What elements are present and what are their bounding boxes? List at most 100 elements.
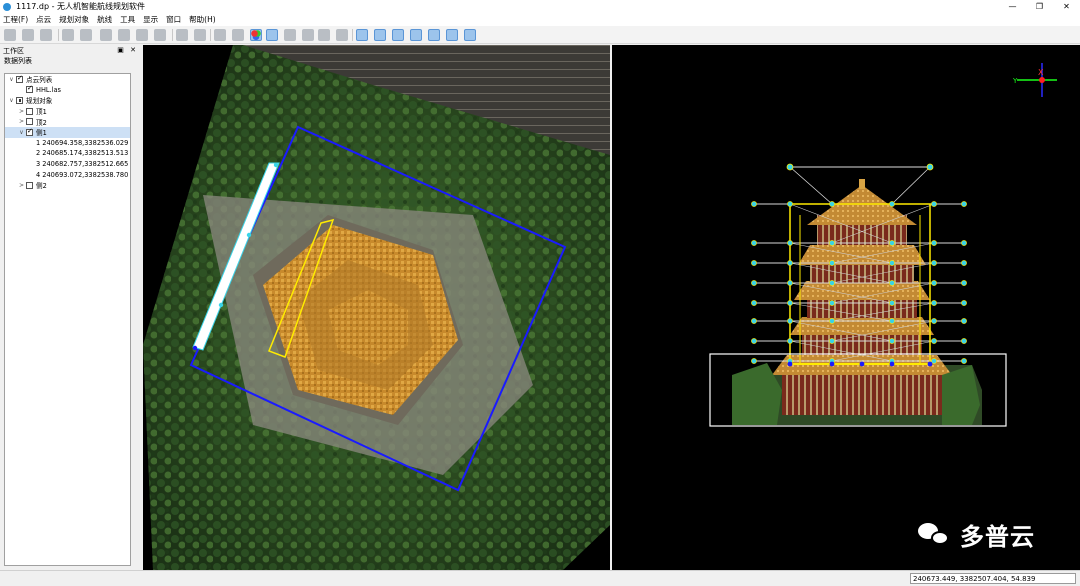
- tree-item[interactable]: > 顶1: [5, 106, 130, 117]
- menu-icon[interactable]: [302, 29, 314, 41]
- tree-item[interactable]: ∨ 侧1: [5, 127, 130, 138]
- waypoint-marker: [787, 280, 793, 286]
- tree-item[interactable]: 3 240682.757,3382512.665: [5, 159, 130, 170]
- waypoint-marker: [889, 300, 895, 306]
- tree-item[interactable]: 2 240685.174,3382513.513: [5, 148, 130, 159]
- waypoint-marker: [787, 338, 793, 344]
- menu-display[interactable]: 显示: [143, 14, 158, 25]
- toolbar-separator: [172, 29, 173, 41]
- tree-checkbox[interactable]: [26, 127, 33, 136]
- tree-item[interactable]: ∨ 点云列表: [5, 74, 130, 85]
- crop-icon[interactable]: [62, 29, 74, 41]
- layer-icon[interactable]: [100, 29, 112, 41]
- measure-icon[interactable]: [356, 29, 368, 41]
- tree-item[interactable]: 4 240693.072,3382538.780: [5, 169, 130, 180]
- waypoint-marker: [889, 338, 895, 344]
- axis-indicator: X Y: [1012, 63, 1057, 97]
- waypoint-marker: [787, 260, 793, 266]
- tree-expander-icon[interactable]: ∨: [7, 97, 16, 104]
- tree-item[interactable]: 1 240694.358,3382536.029: [5, 138, 130, 149]
- waypoint-marker: [931, 318, 937, 324]
- tree-checkbox[interactable]: [26, 84, 33, 94]
- tree-item-label: 1 240694.358,3382536.029: [36, 138, 129, 147]
- tree-checkbox[interactable]: [26, 107, 33, 115]
- line-icon[interactable]: [374, 29, 386, 41]
- settings-icon[interactable]: [250, 29, 262, 41]
- side-view-viewport[interactable]: X Y: [612, 45, 1080, 570]
- layer2-icon[interactable]: [118, 29, 130, 41]
- text-icon[interactable]: [284, 29, 296, 41]
- undo-icon[interactable]: [22, 29, 34, 41]
- tree-checkbox[interactable]: [26, 118, 33, 126]
- rgb-icon[interactable]: [266, 29, 278, 41]
- waypoint-marker: [787, 300, 793, 306]
- tree-expander-icon[interactable]: ∨: [7, 76, 16, 83]
- waypoint-marker: [889, 240, 895, 246]
- menu-window[interactable]: 窗口: [166, 14, 181, 25]
- page-icon[interactable]: [318, 29, 330, 41]
- close-button[interactable]: ✕: [1053, 0, 1080, 13]
- ld2-icon[interactable]: [428, 29, 440, 41]
- watermark-text: 多普云: [960, 523, 1035, 551]
- menu-help[interactable]: 帮助(H): [189, 14, 216, 25]
- waypoint-marker: [931, 260, 937, 266]
- tree-expander-icon[interactable]: >: [17, 118, 26, 125]
- tree-checkbox[interactable]: [16, 96, 23, 104]
- waypoint-marker: [751, 318, 757, 324]
- tag-icon[interactable]: [410, 29, 422, 41]
- data-list-tab[interactable]: 数据列表: [0, 56, 142, 66]
- menu-project[interactable]: 工程(F): [3, 14, 28, 25]
- tree-item-label: 点云列表: [26, 76, 53, 85]
- waypoint-marker: [927, 361, 933, 367]
- tree-checkbox[interactable]: [16, 74, 23, 83]
- zoom-in-icon[interactable]: [214, 29, 226, 41]
- globe-icon[interactable]: [40, 29, 52, 41]
- tree-item-label: 4 240693.072,3382538.780: [36, 170, 129, 179]
- zoom-out-icon[interactable]: [232, 29, 244, 41]
- waypoint-marker: [786, 163, 794, 171]
- tree-item[interactable]: HHL.las: [5, 84, 130, 96]
- menu-tools[interactable]: 工具: [120, 14, 135, 25]
- top-view-viewport[interactable]: [143, 45, 610, 570]
- work-panel-controls[interactable]: ▣ ✕: [117, 46, 138, 54]
- tree-expander-icon[interactable]: >: [17, 108, 26, 115]
- tree-item-label: 规划对象: [26, 97, 53, 106]
- tree-item[interactable]: > 侧2: [5, 180, 130, 191]
- menu-route[interactable]: 航线: [97, 14, 112, 25]
- waypoint-marker: [829, 201, 835, 207]
- side-view-canvas: X Y: [709, 63, 1057, 427]
- layer3-icon[interactable]: [136, 29, 148, 41]
- app-icon: [3, 2, 11, 11]
- ruler-icon[interactable]: [176, 29, 188, 41]
- export-icon[interactable]: [154, 29, 166, 41]
- toolbar: [0, 26, 1080, 44]
- menu-bar: 工程(F) 点云 规划对象 航线 工具 显示 窗口 帮助(H): [0, 13, 1080, 26]
- tag2-icon[interactable]: [446, 29, 458, 41]
- list-icon[interactable]: [194, 29, 206, 41]
- data-tree: ∨点云列表HHL.las∨规划对象>顶1>顶2∨侧11 240694.358,3…: [4, 73, 131, 566]
- waypoint-marker: [829, 361, 835, 367]
- grid-icon[interactable]: [80, 29, 92, 41]
- angle-icon[interactable]: [464, 29, 476, 41]
- top-view-canvas: [143, 45, 610, 570]
- maximize-button[interactable]: ❐: [1026, 0, 1053, 13]
- menu-point-cloud[interactable]: 点云: [36, 14, 51, 25]
- tree-expander-icon[interactable]: >: [17, 182, 26, 189]
- toolbar-separator: [210, 29, 211, 41]
- tree-item[interactable]: ∨ 规划对象: [5, 95, 130, 106]
- waypoint-marker: [751, 358, 757, 364]
- minimize-button[interactable]: —: [999, 0, 1026, 13]
- waypoint-marker: [931, 240, 937, 246]
- top-waypoint: [273, 162, 279, 168]
- page2-icon[interactable]: [336, 29, 348, 41]
- window-controls: — ❐ ✕: [999, 0, 1080, 13]
- tree-checkbox[interactable]: [26, 181, 33, 189]
- tree-expander-icon[interactable]: ∨: [17, 129, 26, 136]
- tree-item[interactable]: > 顶2: [5, 116, 130, 127]
- axis-x-label: X: [1038, 68, 1044, 77]
- menu-planning-object[interactable]: 规划对象: [59, 14, 89, 25]
- waypoint-marker: [829, 280, 835, 286]
- open-icon[interactable]: [4, 29, 16, 41]
- ld-icon[interactable]: [392, 29, 404, 41]
- waypoint-marker: [931, 201, 937, 207]
